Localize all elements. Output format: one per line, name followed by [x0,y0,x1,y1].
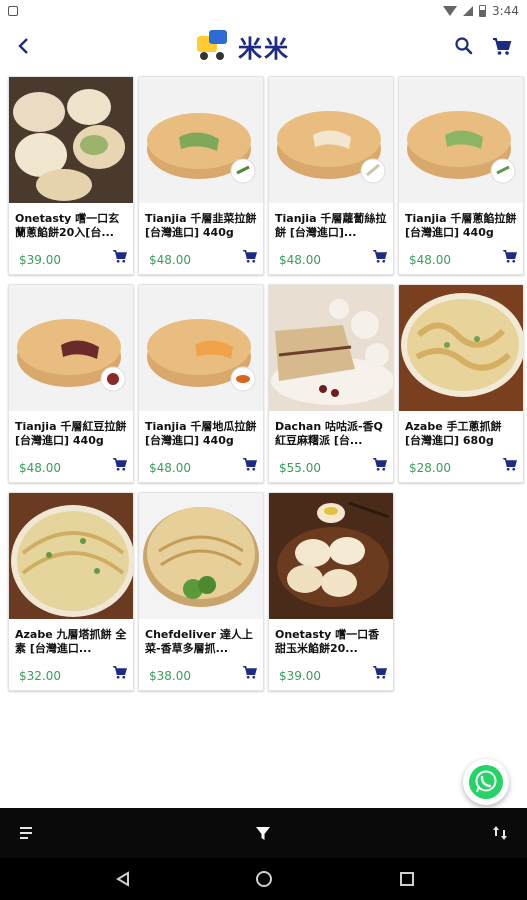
cart-icon [373,458,387,471]
circle-home-icon [256,871,272,887]
product-price: $32.00 [19,669,61,683]
add-to-cart-button[interactable] [371,455,389,473]
product-card[interactable]: Dachan 咕咕派-香Q紅豆麻糬派 [台... $55.00 [268,284,394,483]
product-name: Azabe 九層塔抓餅 全素 [台灣進口... [15,628,127,655]
status-time: 3:44 [492,4,519,18]
cart-icon [243,666,257,679]
cart-icon [373,250,387,263]
cart-icon [493,38,512,55]
cart-icon [503,458,517,471]
product-card[interactable]: Tianjia 千層蘿蔔絲拉餅 [台灣進口]... $48.00 [268,76,394,275]
product-name: Tianjia 千層地瓜拉餅 [台灣進口] 440g [145,420,257,447]
product-image [269,77,393,203]
swap-vertical-icon [493,826,507,840]
brand: 米米 [194,28,290,64]
product-image [269,285,393,411]
nav-back-button[interactable] [114,870,132,888]
product-price: $39.00 [279,669,321,683]
product-name: Azabe 手工蔥抓餅 [台灣進口] 680g [405,420,502,447]
bottom-toolbar [0,808,527,858]
list-icon [20,827,32,839]
nav-home-button[interactable] [255,870,273,888]
add-to-cart-button[interactable] [371,247,389,265]
battery-icon [479,5,487,17]
product-card[interactable]: Onetasty 嚐一口香甜玉米餡餅20... $39.00 [268,492,394,691]
product-price: $48.00 [149,253,191,267]
back-button[interactable] [12,34,36,58]
add-to-cart-button[interactable] [111,247,129,265]
add-to-cart-button[interactable] [241,247,259,265]
product-image [9,493,133,619]
page-title: 米米 [238,34,290,63]
whatsapp-button[interactable] [463,759,509,805]
sort-menu-button[interactable] [18,824,38,844]
product-image [269,493,393,619]
product-price: $39.00 [19,253,61,267]
cart-icon [113,666,127,679]
product-price: $55.00 [279,461,321,475]
product-image [139,285,263,411]
nav-recents-button[interactable] [398,870,416,888]
product-name: Dachan 咕咕派-香Q紅豆麻糬派 [台... [275,420,383,447]
product-name: Tianjia 千層韭菜拉餅 [台灣進口] 440g [145,212,257,239]
triangle-back-icon [116,871,129,887]
cart-icon [243,458,257,471]
chevron-left-icon [18,38,28,54]
cart-icon [113,250,127,263]
add-to-cart-button[interactable] [111,455,129,473]
filter-button[interactable] [254,824,274,844]
add-to-cart-button[interactable] [371,663,389,681]
system-nav-bar [0,858,527,900]
product-card[interactable]: Azabe 九層塔抓餅 全素 [台灣進口... $32.00 [8,492,134,691]
product-card[interactable]: Chefdeliver 達人上菜-香草多層抓... $38.00 [138,492,264,691]
product-card[interactable]: Tianjia 千層地瓜拉餅 [台灣進口] 440g $48.00 [138,284,264,483]
product-price: $48.00 [409,253,451,267]
cart-icon [113,458,127,471]
signal-icon [463,6,474,16]
product-price: $48.00 [149,461,191,475]
cart-button[interactable] [490,34,514,58]
whatsapp-icon [469,765,503,799]
status-bar: 3:44 [0,0,527,22]
product-name: Onetasty 嚐一口玄蘭蔥餡餅20入[台... [15,212,120,239]
app-bar: 米米 [0,22,527,74]
product-name: Tianjia 千層蘿蔔絲拉餅 [台灣進口]... [275,212,387,239]
cart-icon [503,250,517,263]
product-image [139,77,263,203]
product-name: Tianjia 千層蔥餡拉餅 [台灣進口] 440g [405,212,517,239]
product-image [399,285,523,411]
product-card[interactable]: Tianjia 千層韭菜拉餅 [台灣進口] 440g $48.00 [138,76,264,275]
add-to-cart-button[interactable] [501,247,519,265]
sort-order-button[interactable] [491,824,511,844]
add-to-cart-button[interactable] [111,663,129,681]
search-icon [455,37,473,55]
product-image [9,285,133,411]
add-to-cart-button[interactable] [501,455,519,473]
product-price: $28.00 [409,461,451,475]
add-to-cart-button[interactable] [241,455,259,473]
product-card[interactable]: Azabe 手工蔥抓餅 [台灣進口] 680g $28.00 [398,284,524,483]
product-name: Tianjia 千層紅豆拉餅 [台灣進口] 440g [15,420,127,447]
product-price: $48.00 [279,253,321,267]
cart-icon [373,666,387,679]
product-image [139,493,263,619]
brand-logo [194,28,230,64]
product-price: $48.00 [19,461,61,475]
product-name: Onetasty 嚐一口香甜玉米餡餅20... [275,628,380,655]
product-image [399,77,523,203]
wifi-icon [443,6,458,16]
product-price: $38.00 [149,669,191,683]
add-to-cart-button[interactable] [241,663,259,681]
cart-icon [243,250,257,263]
product-card[interactable]: Tianjia 千層蔥餡拉餅 [台灣進口] 440g $48.00 [398,76,524,275]
search-button[interactable] [452,34,476,58]
product-name: Chefdeliver 達人上菜-香草多層抓... [145,628,253,655]
filter-icon [256,827,270,840]
product-card[interactable]: Tianjia 千層紅豆拉餅 [台灣進口] 440g $48.00 [8,284,134,483]
square-recents-icon [400,872,414,886]
notification-icon [8,6,18,16]
product-card[interactable]: Onetasty 嚐一口玄蘭蔥餡餅20入[台... $39.00 [8,76,134,275]
product-image [9,77,133,203]
